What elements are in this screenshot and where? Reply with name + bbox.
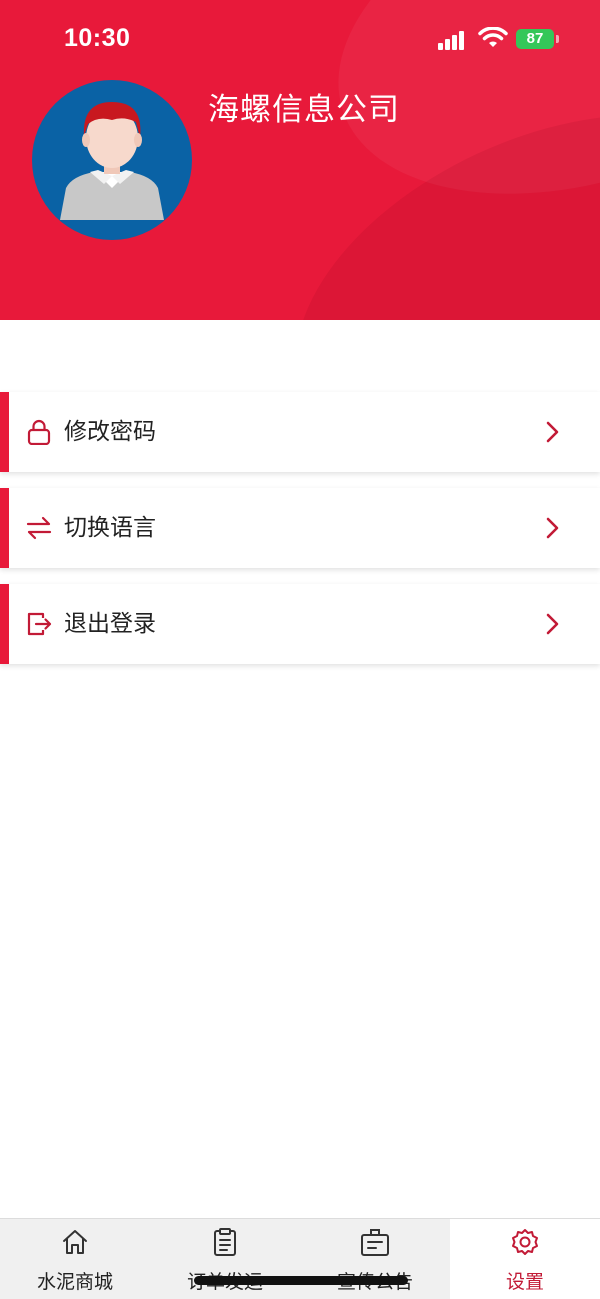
wifi-icon [478,27,508,47]
menu-accent-bar [0,488,9,568]
cellular-signal-icon [438,30,470,50]
company-name: 海螺信息公司 [208,92,400,128]
tab-label: 设置 [505,1271,544,1293]
lock-icon [27,419,51,445]
swap-icon [26,516,52,540]
menu-accent-bar [0,392,9,472]
menu-accent-bar [0,584,9,664]
menu-item-label: 切换语言 [64,515,156,541]
menu-item-label: 修改密码 [64,419,156,445]
status-bar: 10:30 87 [0,0,600,80]
tab-label: 水泥商城 [36,1271,113,1293]
chevron-right-icon [546,517,559,539]
logout-item[interactable]: 退出登录 [0,584,600,664]
gear-icon [512,1229,538,1255]
bottom-tab-bar: 水泥商城 订单发运 宣传公告 设置 [0,1218,600,1299]
battery-indicator: 87 [516,29,554,49]
status-time: 10:30 [64,24,131,52]
switch-language-item[interactable]: 切换语言 [0,488,600,568]
tab-order-shipping[interactable]: 订单发运 [150,1219,300,1299]
home-indicator [194,1276,408,1285]
chevron-right-icon [546,613,559,635]
chevron-right-icon [546,421,559,443]
tab-settings[interactable]: 设置 [450,1219,600,1299]
logout-icon [27,612,52,636]
tab-cement-mall[interactable]: 水泥商城 [0,1219,150,1299]
profile-header: 10:30 87 海螺信息公司 [0,0,600,320]
tab-announcements[interactable]: 宣传公告 [300,1219,450,1299]
battery-cap [556,35,559,43]
user-avatar-icon [60,102,164,220]
change-password-item[interactable]: 修改密码 [0,392,600,472]
home-icon [63,1230,87,1254]
menu-item-label: 退出登录 [64,611,156,637]
clipboard-icon [214,1228,236,1256]
avatar[interactable] [32,80,192,240]
notice-board-icon [361,1229,389,1256]
